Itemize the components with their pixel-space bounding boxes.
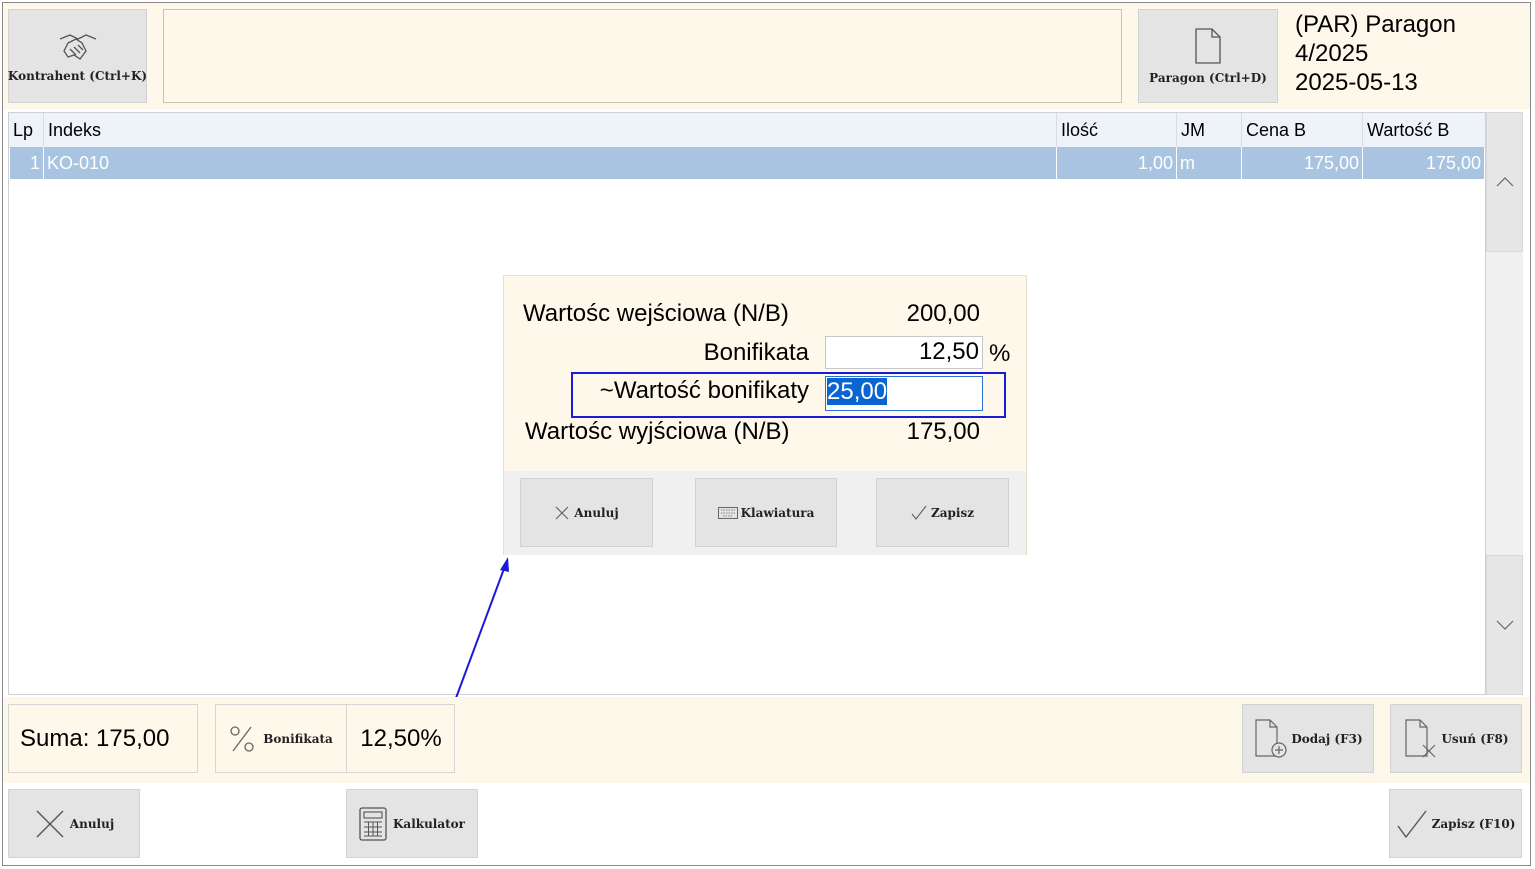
add-item-label: Dodaj (F3) [1291, 731, 1363, 746]
percent-icon [230, 725, 254, 752]
calculator-button[interactable]: Kalkulator [346, 789, 478, 858]
document-remove-icon [1405, 718, 1436, 757]
discount-summary: Bonifikata 12,50% [215, 704, 455, 773]
document-add-icon [1255, 718, 1287, 758]
total-sum: Suma: 175,00 [8, 704, 198, 773]
discount-button[interactable]: Bonifikata [216, 705, 347, 772]
remove-item-label: Usuń (F8) [1441, 731, 1509, 746]
discount-button-label: Bonifikata [263, 731, 333, 746]
close-icon [36, 810, 64, 837]
save-label: Zapisz (F10) [1431, 816, 1516, 831]
calculator-label: Kalkulator [392, 816, 465, 831]
discount-percent-display: 12,50% [360, 725, 442, 752]
checkmark-icon [1397, 810, 1427, 838]
remove-item-button[interactable]: Usuń (F8) [1390, 704, 1522, 773]
cancel-button[interactable]: Anuluj [8, 789, 140, 858]
save-button[interactable]: Zapisz (F10) [1389, 789, 1522, 858]
add-item-button[interactable]: Dodaj (F3) [1242, 704, 1374, 773]
calculator-icon [359, 806, 387, 841]
cancel-label: Anuluj [69, 816, 115, 831]
